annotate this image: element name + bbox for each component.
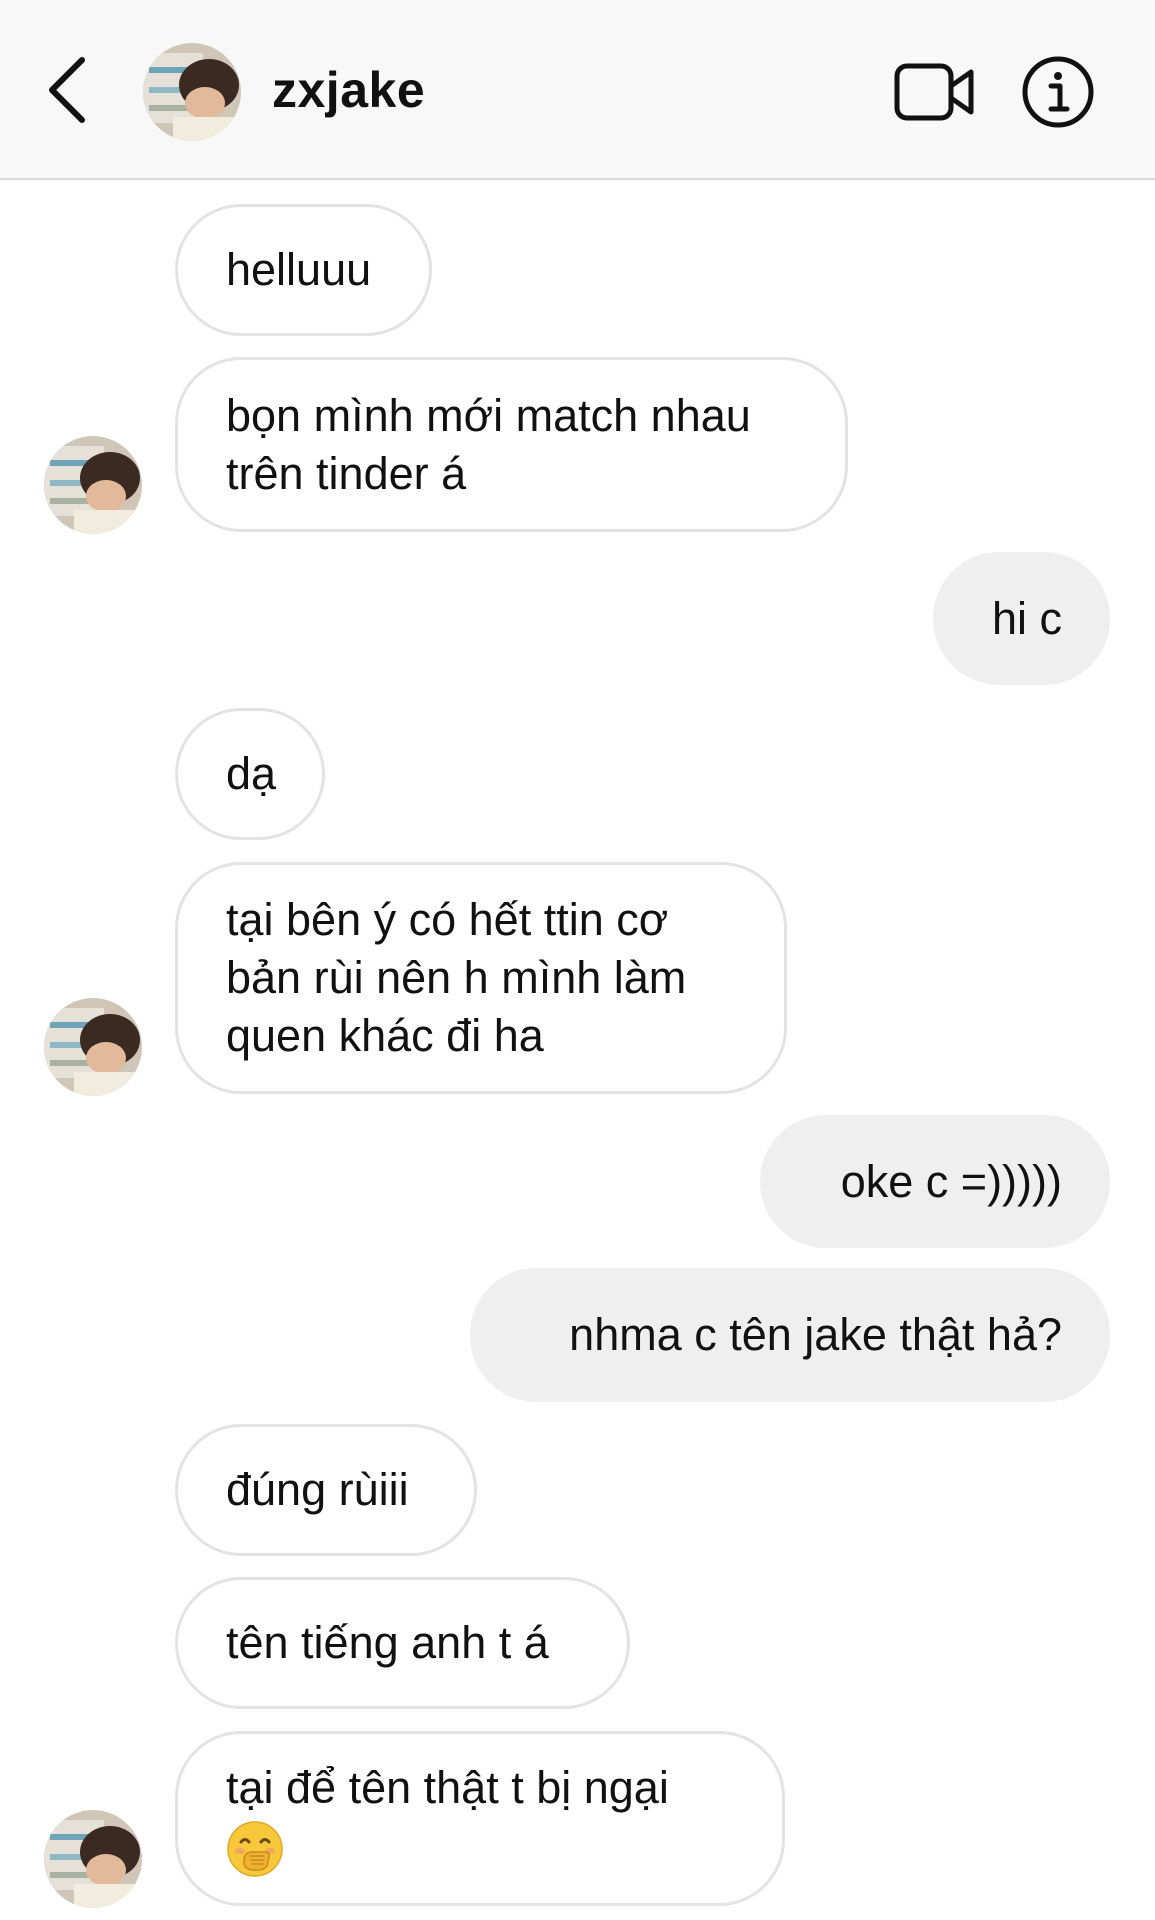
message-text: helluuu [226,244,372,295]
message-text-content: tại để tên thật t bị ngại [226,1761,669,1813]
message-text: đúng rùiii [226,1464,409,1515]
profile-photo [143,43,241,141]
sender-avatar[interactable] [44,998,142,1096]
outgoing-message[interactable]: hi c [933,552,1110,685]
incoming-message[interactable]: tại để tên thật t bị ngại [175,1731,785,1906]
face-with-hand-over-mouth-icon [227,1821,283,1877]
incoming-message[interactable]: dạ [175,708,325,840]
incoming-message[interactable]: đúng rùiii [175,1424,477,1556]
message-text: dạ [226,748,277,799]
video-camera-icon [894,63,974,121]
incoming-message[interactable]: tại bên ý có hết ttin cơ bản rùi nên h m… [175,862,787,1094]
info-icon [1022,56,1094,128]
profile-photo [44,436,142,534]
header-avatar[interactable] [143,43,241,141]
sender-avatar[interactable] [44,436,142,534]
back-button[interactable] [40,50,100,130]
incoming-message[interactable]: tên tiếng anh t á [175,1577,630,1709]
outgoing-message[interactable]: oke c =))))) [760,1115,1110,1248]
chat-header: zxjake [0,0,1155,180]
incoming-message[interactable]: helluuu [175,204,432,336]
chat-username[interactable]: zxjake [272,60,425,120]
message-text: hi c [991,592,1062,644]
message-text: tại để tên thật t bị ngại [226,1759,669,1878]
outgoing-message[interactable]: nhma c tên jake thật hả? [470,1268,1110,1402]
profile-photo [44,998,142,1096]
message-text: oke c =))))) [840,1155,1062,1207]
sender-avatar[interactable] [44,1810,142,1908]
video-call-button[interactable] [893,60,977,124]
profile-photo [44,1810,142,1908]
incoming-message[interactable]: bọn mình mới match nhau trên tinder á [175,357,848,532]
message-text: tên tiếng anh t á [226,1617,549,1668]
message-text: bọn mình mới match nhau trên tinder á [226,389,751,499]
message-text: tại bên ý có hết ttin cơ bản rùi nên h m… [226,894,687,1061]
info-button[interactable] [1020,54,1096,130]
chevron-left-icon [49,57,85,123]
message-text: nhma c tên jake thật hả? [569,1309,1062,1360]
